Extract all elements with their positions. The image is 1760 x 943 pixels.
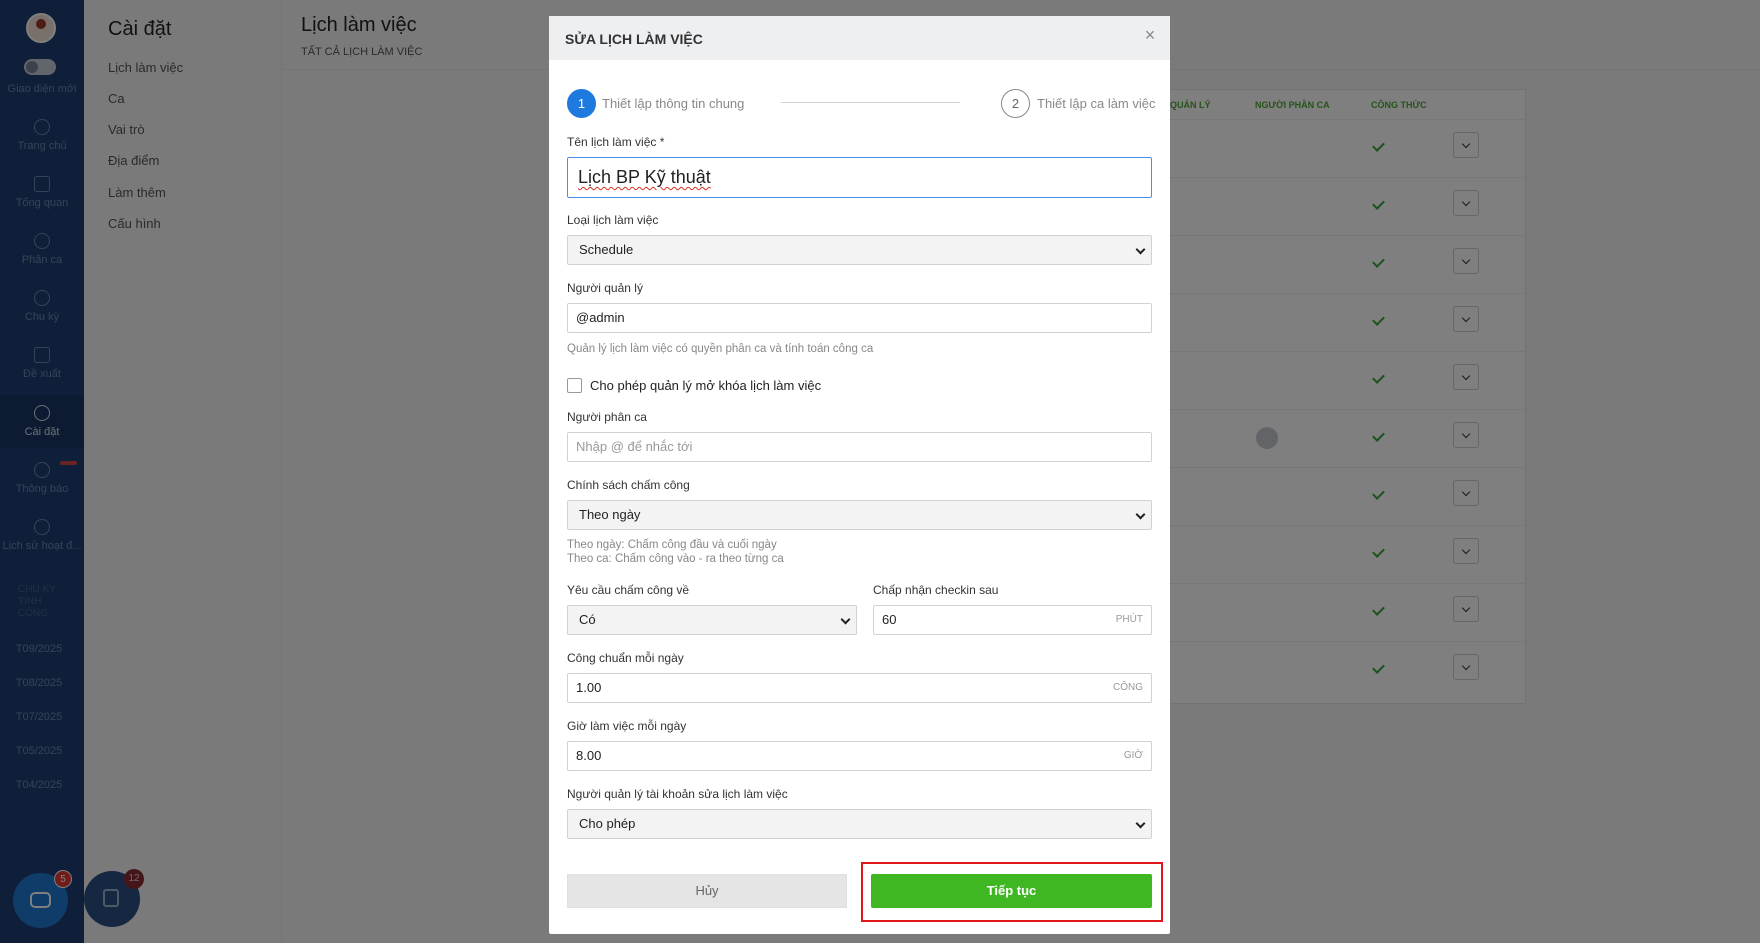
step-1-label: Thiết lập thông tin chung bbox=[602, 96, 745, 111]
hours-unit: GIỜ bbox=[1123, 750, 1143, 761]
checkin-unit: PHÚT bbox=[1115, 614, 1143, 625]
modal-title: SỬA LỊCH LÀM VIỆC bbox=[565, 31, 703, 47]
edit-schedule-modal: SỬA LỊCH LÀM VIỆC × 1 Thiết lập thông ti… bbox=[549, 16, 1170, 934]
checkin-input[interactable]: 60 PHÚT bbox=[873, 605, 1152, 635]
require-label: Yêu cầu chấm công về bbox=[567, 583, 690, 597]
schedule-name-value: Lịch BP Kỹ thuật bbox=[578, 167, 711, 187]
standard-label: Công chuẩn mỗi ngày bbox=[567, 651, 684, 665]
policy-hint-shift: Theo ca: Chấm công vào - ra theo từng ca bbox=[567, 553, 784, 565]
cancel-button[interactable]: Hủy bbox=[567, 874, 847, 908]
schedule-name-label: Tên lịch làm việc * bbox=[567, 135, 665, 149]
edit-permission-select[interactable]: Cho phép bbox=[567, 809, 1152, 839]
modal-header: SỬA LỊCH LÀM VIỆC × bbox=[549, 16, 1170, 60]
continue-highlight-box bbox=[861, 862, 1163, 922]
checkin-value: 60 bbox=[882, 612, 897, 627]
schedule-type-label: Loại lịch làm việc bbox=[567, 213, 659, 227]
standard-input[interactable]: 1.00 CÔNG bbox=[567, 673, 1152, 703]
manager-label: Người quản lý bbox=[567, 281, 643, 295]
policy-label: Chính sách chấm công bbox=[567, 478, 690, 492]
chevron-down-icon bbox=[1135, 818, 1146, 829]
unlock-checkbox-label[interactable]: Cho phép quản lý mở khóa lịch làm việc bbox=[590, 378, 821, 393]
assigner-label: Người phân ca bbox=[567, 410, 647, 424]
schedule-name-input[interactable]: Lịch BP Kỹ thuật bbox=[567, 157, 1152, 198]
unlock-checkbox[interactable] bbox=[567, 378, 582, 393]
edit-permission-value: Cho phép bbox=[579, 816, 636, 831]
schedule-type-select[interactable]: Schedule bbox=[567, 235, 1152, 265]
step-2-indicator[interactable]: 2 bbox=[1001, 89, 1030, 118]
checkin-label: Chấp nhận checkin sau bbox=[873, 583, 999, 597]
step-1-indicator: 1 bbox=[567, 89, 596, 118]
manager-input[interactable]: @admin bbox=[567, 303, 1152, 333]
hours-label: Giờ làm việc mỗi ngày bbox=[567, 719, 687, 733]
standard-value: 1.00 bbox=[576, 680, 602, 695]
step-2-label[interactable]: Thiết lập ca làm việc bbox=[1037, 96, 1156, 111]
hours-input[interactable]: 8.00 GIỜ bbox=[567, 741, 1152, 771]
require-value: Có bbox=[579, 612, 596, 627]
hours-value: 8.00 bbox=[576, 748, 602, 763]
policy-value: Theo ngày bbox=[579, 507, 641, 522]
standard-unit: CÔNG bbox=[1113, 682, 1143, 693]
assigner-placeholder: Nhập @ để nhắc tới bbox=[576, 439, 693, 454]
require-select[interactable]: Có bbox=[567, 605, 857, 635]
edit-permission-label: Người quản lý tài khoản sửa lịch làm việ… bbox=[567, 787, 788, 801]
close-icon[interactable]: × bbox=[1141, 26, 1159, 44]
policy-select[interactable]: Theo ngày bbox=[567, 500, 1152, 530]
manager-hint: Quản lý lịch làm việc có quyền phân ca v… bbox=[567, 343, 874, 355]
schedule-type-value: Schedule bbox=[579, 242, 634, 257]
assigner-input[interactable]: Nhập @ để nhắc tới bbox=[567, 432, 1152, 462]
chevron-down-icon bbox=[1135, 509, 1146, 520]
chevron-down-icon bbox=[1135, 244, 1146, 255]
chevron-down-icon bbox=[840, 614, 851, 625]
policy-hint-day: Theo ngày: Chấm công đầu và cuối ngày bbox=[567, 539, 777, 551]
step-connector bbox=[781, 102, 960, 103]
